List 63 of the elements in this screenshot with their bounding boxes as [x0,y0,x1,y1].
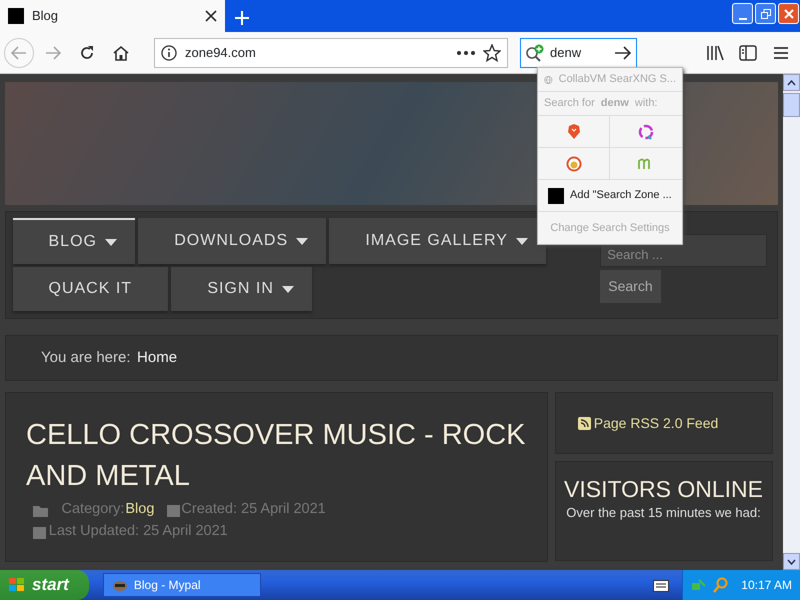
chevron-down-icon [787,558,796,564]
menu-icon [773,46,789,60]
plus-icon [235,11,249,26]
nav-menu-item[interactable]: BLOG [12,218,135,264]
scrollbar-thumb[interactable] [783,93,800,117]
arrow-left-icon [11,46,27,60]
sidebar-icon [738,44,757,60]
browser-tab[interactable]: Blog [0,0,225,32]
close-icon [784,8,794,18]
arrow-right-icon[interactable] [614,46,632,60]
visitors-title: VISITORS ONLINE [564,476,764,504]
library-icon [706,44,724,60]
site-search-button[interactable]: Search [600,270,661,304]
url-field[interactable]: zone94.com [154,38,508,68]
more-icon[interactable] [457,50,475,54]
windows-flag-icon [8,577,26,593]
favicon-icon [8,8,24,24]
nav-menu-item[interactable]: DOWNLOADS [138,218,326,264]
info-icon [161,44,177,60]
taskbar-button[interactable]: Blog - Mypal [102,573,261,597]
search-field[interactable]: denw [520,38,637,68]
tab-title: Blog [32,7,60,26]
folder-icon [32,504,48,517]
nav-menu-item[interactable]: QUACK IT [12,267,168,312]
search-text: denw [550,44,582,62]
url-text: zone94.com [185,44,257,62]
add-search-engine-item[interactable]: Add "Search Zone ... [538,180,682,212]
reload-icon [79,44,95,60]
home-icon [113,44,129,60]
breadcrumb-link[interactable]: Home [137,346,178,370]
minimize-button[interactable] [732,3,753,24]
minimize-icon [738,18,746,20]
close-button[interactable] [778,3,799,24]
category-link[interactable]: Blog [125,499,154,522]
search-engine-button[interactable] [538,148,610,180]
article-title: CELLO CROSSOVER MUSIC - ROCK AND METAL [26,418,527,494]
shield-icon [566,124,580,140]
close-icon[interactable] [205,10,217,22]
scroll-down-button[interactable] [783,553,800,570]
updated-date: Last Updated: 25 April 2021 [48,522,228,542]
ring-icon [638,124,654,140]
search-prompt: Search for denw with: [538,92,682,116]
start-button[interactable]: start [0,570,89,600]
restore-icon [760,8,770,18]
search-engine-button[interactable] [538,116,610,148]
restore-button[interactable] [755,3,776,24]
category-label: Category: [62,500,124,520]
star-icon[interactable] [483,44,501,62]
nav-menu-item[interactable]: SIGN IN [171,267,312,312]
scroll-up-button[interactable] [783,74,800,91]
keyboard-icon[interactable] [652,580,669,592]
calendar-icon [32,525,46,540]
breadcrumb-label: You are here: [41,348,131,368]
calendar-icon [167,503,180,518]
arrow-right-icon [45,46,61,60]
rss-link[interactable]: Page RSS 2.0 Feed [594,412,718,434]
chevron-up-icon [787,80,796,86]
search-add-icon [525,44,545,62]
clock: 10:17 AM [741,577,792,594]
rss-icon [578,416,590,430]
created-date: Created: 25 April 2021 [181,500,326,520]
visitors-text: Over the past 15 minutes we had: [565,506,762,522]
nav-menu-item[interactable]: IMAGE GALLERY [329,218,546,264]
